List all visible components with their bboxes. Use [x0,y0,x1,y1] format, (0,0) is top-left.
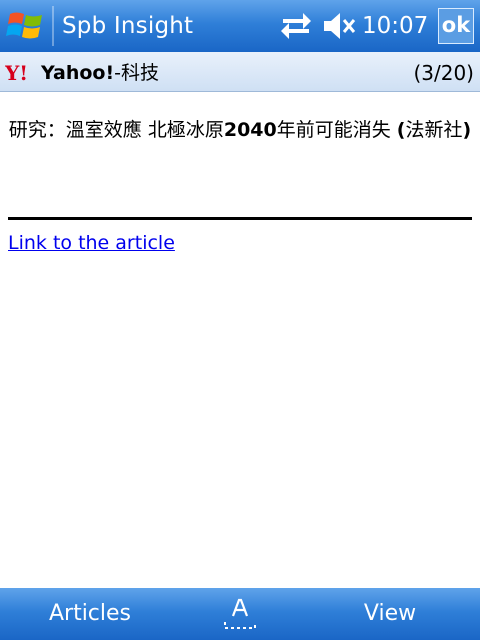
menu-bar: Articles View [0,588,480,640]
volume-muted-icon[interactable] [322,10,356,42]
keyboard-input-icon[interactable] [222,596,258,632]
divider-rule [8,217,472,220]
article-title-pre: 研究：溫室效應 北極冰原 [8,119,224,141]
yahoo-logo-text: Y! [5,62,28,84]
title-bar: Spb Insight 10:07 ok [0,0,480,52]
connectivity-icon[interactable] [279,11,313,41]
article-title-source: 法新社 [405,119,463,141]
feed-name-category: -科技 [114,62,159,84]
feed-header: Y! Yahoo!-科技 (3/20) [0,52,480,92]
clock[interactable]: 10:07 [362,12,428,40]
ok-button[interactable]: ok [438,8,474,44]
article-title-year: 2040 [223,119,277,141]
article-title: 研究：溫室效應 北極冰原2040年前可能消失 (法新社) [8,117,472,144]
articles-softkey[interactable]: Articles [0,588,180,640]
feed-name-brand: Yahoo! [41,62,115,84]
article-title-paren-close: ) [462,119,472,141]
yahoo-logo-icon: Y! [5,62,28,84]
title-divider [52,6,54,46]
article-counter: (3/20) [413,61,474,85]
windows-start-icon[interactable] [6,8,46,44]
article-title-post: 年前可能消失 [276,119,391,141]
feed-name[interactable]: Yahoo!-科技 [41,61,159,85]
app-title: Spb Insight [62,13,194,39]
article-link[interactable]: Link to the article [8,230,175,256]
view-softkey[interactable]: View [300,588,480,640]
